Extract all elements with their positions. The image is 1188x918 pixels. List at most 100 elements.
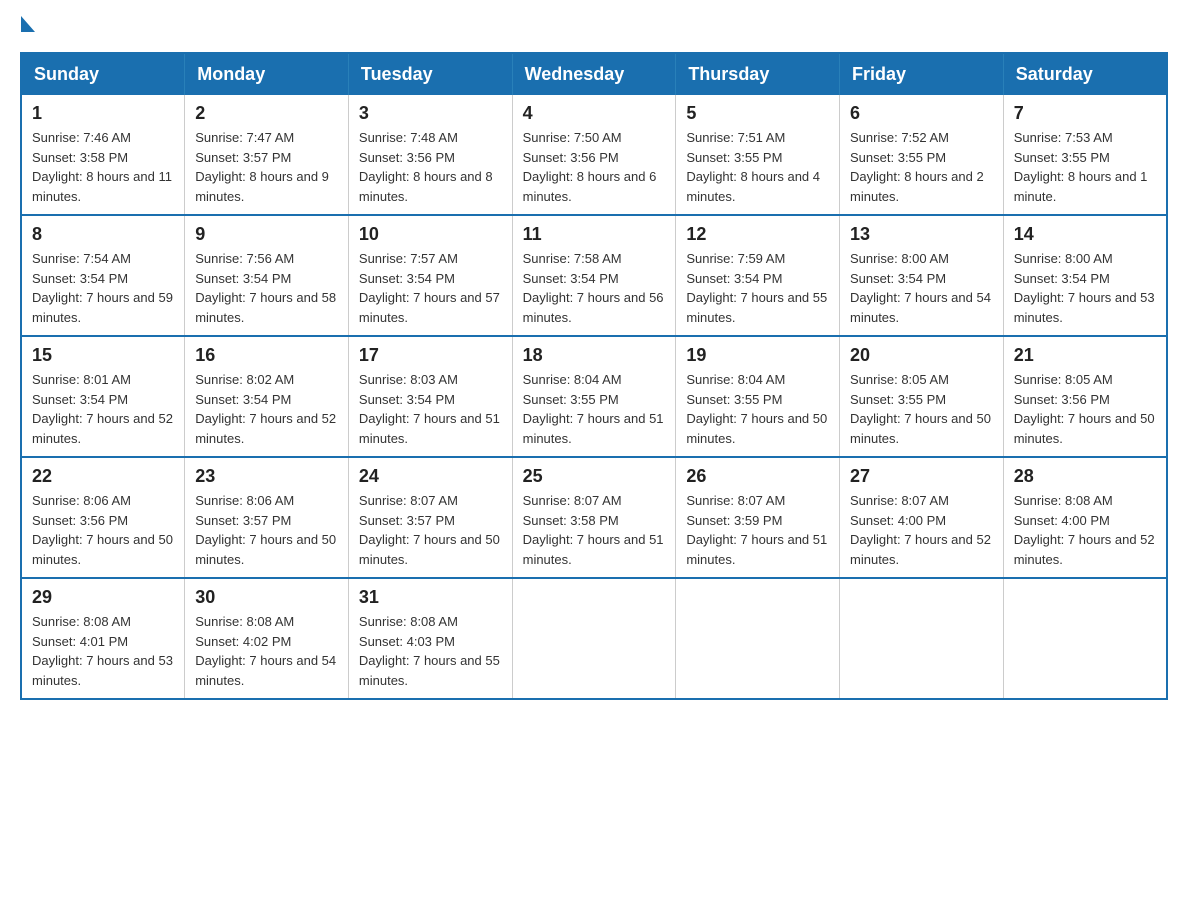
logo-arrow-icon [21, 16, 35, 32]
day-info: Sunrise: 7:51 AMSunset: 3:55 PMDaylight:… [686, 128, 829, 206]
day-number: 1 [32, 103, 174, 124]
day-number: 16 [195, 345, 338, 366]
day-number: 9 [195, 224, 338, 245]
week-row-1: 1 Sunrise: 7:46 AMSunset: 3:58 PMDaylight… [21, 95, 1167, 215]
week-row-3: 15 Sunrise: 8:01 AMSunset: 3:54 PMDayligh… [21, 336, 1167, 457]
calendar-cell: 8Sunrise: 7:54 AMSunset: 3:54 PMDaylight… [21, 215, 185, 336]
calendar-cell: 22Sunrise: 8:06 AMSunset: 3:56 PMDayligh… [21, 457, 185, 578]
day-info: Sunrise: 7:58 AMSunset: 3:54 PMDaylight:… [523, 249, 666, 327]
day-number: 23 [195, 466, 338, 487]
day-number: 5 [686, 103, 829, 124]
calendar-cell [840, 578, 1004, 699]
calendar-cell: 6Sunrise: 7:52 AMSunset: 3:55 PMDaylight… [840, 95, 1004, 215]
calendar-cell [512, 578, 676, 699]
day-number: 3 [359, 103, 502, 124]
day-number: 19 [686, 345, 829, 366]
calendar-cell: 29 Sunrise: 8:08 AMSunset: 4:01 PMDayligh… [21, 578, 185, 699]
calendar-cell: 19 Sunrise: 8:04 AMSunset: 3:55 PMDayligh… [676, 336, 840, 457]
weekday-header-friday: Friday [840, 53, 1004, 95]
weekday-header-sunday: Sunday [21, 53, 185, 95]
day-number: 18 [523, 345, 666, 366]
calendar-cell: 13 Sunrise: 8:00 AMSunset: 3:54 PMDayligh… [840, 215, 1004, 336]
day-number: 15 [32, 345, 174, 366]
weekday-header-monday: Monday [185, 53, 349, 95]
page-header [20, 20, 1168, 32]
day-info: Sunrise: 8:02 AMSunset: 3:54 PMDaylight:… [195, 370, 338, 448]
day-info: Sunrise: 8:00 AMSunset: 3:54 PMDaylight:… [850, 249, 993, 327]
calendar-cell [1003, 578, 1167, 699]
day-number: 20 [850, 345, 993, 366]
day-info: Sunrise: 8:06 AMSunset: 3:57 PMDaylight:… [195, 491, 338, 569]
calendar-cell: 31 Sunrise: 8:08 AMSunset: 4:03 PMDayligh… [348, 578, 512, 699]
day-info: Sunrise: 8:04 AMSunset: 3:55 PMDaylight:… [523, 370, 666, 448]
calendar-cell: 4Sunrise: 7:50 AMSunset: 3:56 PMDaylight… [512, 95, 676, 215]
day-info: Sunrise: 8:00 AMSunset: 3:54 PMDaylight:… [1014, 249, 1156, 327]
calendar-cell: 16 Sunrise: 8:02 AMSunset: 3:54 PMDayligh… [185, 336, 349, 457]
calendar-cell: 7 Sunrise: 7:53 AMSunset: 3:55 PMDaylight… [1003, 95, 1167, 215]
day-number: 2 [195, 103, 338, 124]
calendar-cell: 26 Sunrise: 8:07 AMSunset: 3:59 PMDayligh… [676, 457, 840, 578]
day-number: 28 [1014, 466, 1156, 487]
calendar-cell: 15 Sunrise: 8:01 AMSunset: 3:54 PMDayligh… [21, 336, 185, 457]
day-info: Sunrise: 8:07 AMSunset: 3:59 PMDaylight:… [686, 491, 829, 569]
weekday-header-wednesday: Wednesday [512, 53, 676, 95]
weekday-header-saturday: Saturday [1003, 53, 1167, 95]
calendar-cell: 10 Sunrise: 7:57 AMSunset: 3:54 PMDayligh… [348, 215, 512, 336]
day-info: Sunrise: 8:05 AMSunset: 3:55 PMDaylight:… [850, 370, 993, 448]
day-info: Sunrise: 7:48 AMSunset: 3:56 PMDaylight:… [359, 128, 502, 206]
day-info: Sunrise: 8:06 AMSunset: 3:56 PMDaylight:… [32, 491, 174, 569]
day-info: Sunrise: 8:01 AMSunset: 3:54 PMDaylight:… [32, 370, 174, 448]
week-row-4: 22Sunrise: 8:06 AMSunset: 3:56 PMDayligh… [21, 457, 1167, 578]
day-info: Sunrise: 7:57 AMSunset: 3:54 PMDaylight:… [359, 249, 502, 327]
calendar-cell: 9 Sunrise: 7:56 AMSunset: 3:54 PMDaylight… [185, 215, 349, 336]
day-number: 13 [850, 224, 993, 245]
day-number: 17 [359, 345, 502, 366]
calendar-cell: 5 Sunrise: 7:51 AMSunset: 3:55 PMDaylight… [676, 95, 840, 215]
day-info: Sunrise: 8:03 AMSunset: 3:54 PMDaylight:… [359, 370, 502, 448]
day-number: 29 [32, 587, 174, 608]
day-info: Sunrise: 8:07 AMSunset: 3:58 PMDaylight:… [523, 491, 666, 569]
calendar-cell: 14 Sunrise: 8:00 AMSunset: 3:54 PMDayligh… [1003, 215, 1167, 336]
calendar-cell: 12 Sunrise: 7:59 AMSunset: 3:54 PMDayligh… [676, 215, 840, 336]
day-info: Sunrise: 8:07 AMSunset: 3:57 PMDaylight:… [359, 491, 502, 569]
day-number: 21 [1014, 345, 1156, 366]
day-number: 11 [523, 224, 666, 245]
day-info: Sunrise: 8:08 AMSunset: 4:00 PMDaylight:… [1014, 491, 1156, 569]
day-info: Sunrise: 8:08 AMSunset: 4:01 PMDaylight:… [32, 612, 174, 690]
day-info: Sunrise: 8:08 AMSunset: 4:02 PMDaylight:… [195, 612, 338, 690]
day-number: 7 [1014, 103, 1156, 124]
day-number: 12 [686, 224, 829, 245]
day-info: Sunrise: 8:07 AMSunset: 4:00 PMDaylight:… [850, 491, 993, 569]
calendar-cell: 2Sunrise: 7:47 AMSunset: 3:57 PMDaylight… [185, 95, 349, 215]
day-number: 10 [359, 224, 502, 245]
calendar-cell: 20 Sunrise: 8:05 AMSunset: 3:55 PMDayligh… [840, 336, 1004, 457]
calendar-cell: 3 Sunrise: 7:48 AMSunset: 3:56 PMDaylight… [348, 95, 512, 215]
day-info: Sunrise: 7:46 AMSunset: 3:58 PMDaylight:… [32, 128, 174, 206]
calendar-cell: 18 Sunrise: 8:04 AMSunset: 3:55 PMDayligh… [512, 336, 676, 457]
calendar-cell: 30 Sunrise: 8:08 AMSunset: 4:02 PMDayligh… [185, 578, 349, 699]
day-number: 30 [195, 587, 338, 608]
day-number: 14 [1014, 224, 1156, 245]
day-info: Sunrise: 8:04 AMSunset: 3:55 PMDaylight:… [686, 370, 829, 448]
weekday-header-tuesday: Tuesday [348, 53, 512, 95]
day-info: Sunrise: 8:08 AMSunset: 4:03 PMDaylight:… [359, 612, 502, 690]
calendar-cell: 11 Sunrise: 7:58 AMSunset: 3:54 PMDayligh… [512, 215, 676, 336]
day-number: 24 [359, 466, 502, 487]
day-number: 6 [850, 103, 993, 124]
day-info: Sunrise: 7:54 AMSunset: 3:54 PMDaylight:… [32, 249, 174, 327]
day-info: Sunrise: 7:50 AMSunset: 3:56 PMDaylight:… [523, 128, 666, 206]
day-info: Sunrise: 7:53 AMSunset: 3:55 PMDaylight:… [1014, 128, 1156, 206]
day-number: 27 [850, 466, 993, 487]
day-info: Sunrise: 7:56 AMSunset: 3:54 PMDaylight:… [195, 249, 338, 327]
weekday-header-thursday: Thursday [676, 53, 840, 95]
day-number: 26 [686, 466, 829, 487]
day-number: 31 [359, 587, 502, 608]
calendar-cell: 23 Sunrise: 8:06 AMSunset: 3:57 PMDayligh… [185, 457, 349, 578]
calendar-cell [676, 578, 840, 699]
calendar-cell: 28 Sunrise: 8:08 AMSunset: 4:00 PMDayligh… [1003, 457, 1167, 578]
week-row-5: 29 Sunrise: 8:08 AMSunset: 4:01 PMDayligh… [21, 578, 1167, 699]
calendar-cell: 1 Sunrise: 7:46 AMSunset: 3:58 PMDaylight… [21, 95, 185, 215]
logo [20, 20, 35, 32]
calendar-cell: 24 Sunrise: 8:07 AMSunset: 3:57 PMDayligh… [348, 457, 512, 578]
day-info: Sunrise: 7:59 AMSunset: 3:54 PMDaylight:… [686, 249, 829, 327]
